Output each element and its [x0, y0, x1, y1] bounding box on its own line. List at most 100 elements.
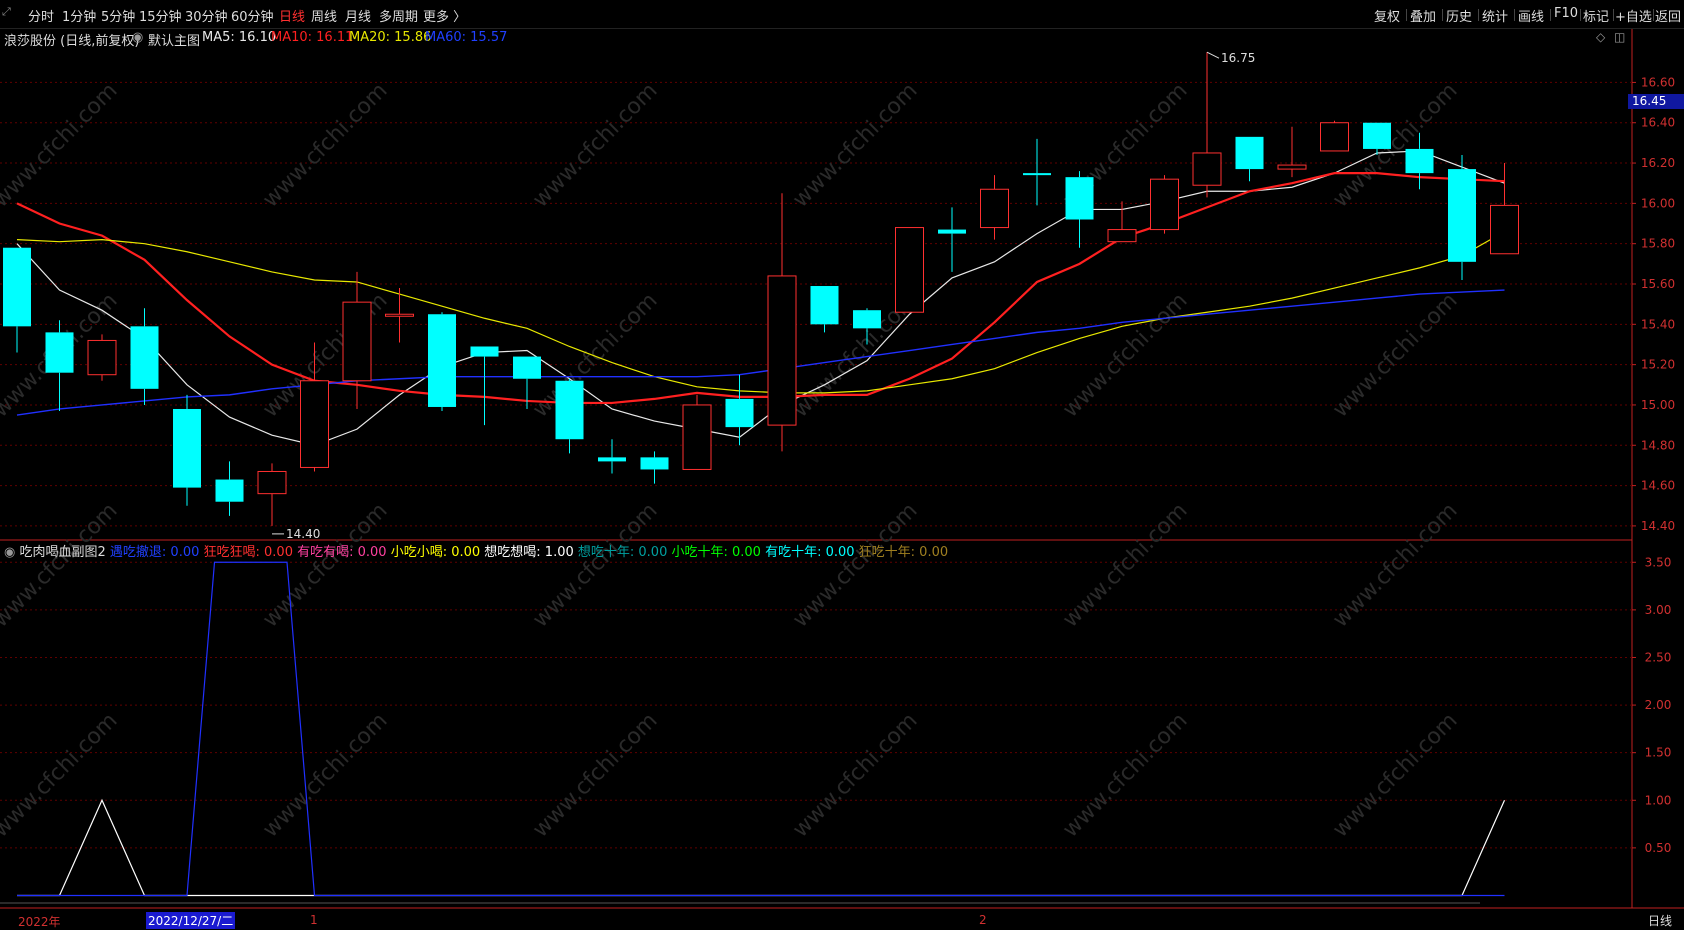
ma-line-ma20	[16, 231, 1505, 394]
period-tab-monthly[interactable]: 月线	[345, 6, 371, 25]
price-tick-label: 14.40	[1641, 519, 1675, 533]
period-tab-5min[interactable]: 5分钟	[101, 6, 135, 25]
candle-body	[173, 408, 201, 488]
indicator-name[interactable]: 吃肉喝血副图2	[19, 545, 105, 560]
kline-chart-canvas[interactable]: 16.60 16.40 16.20 16.00 15.80 15.60 15.40 15.20…	[0, 0, 1684, 929]
window-icon[interactable]: ◫	[1614, 30, 1625, 44]
candle-body	[513, 356, 541, 379]
candle-body	[725, 398, 754, 428]
period-tab-daily[interactable]: 日线	[279, 6, 305, 25]
indicator-menu-icon[interactable]: ◉	[4, 545, 15, 560]
candle-body	[215, 479, 244, 502]
candle-body	[428, 314, 456, 407]
watermark-text: www.cfchi.com	[1328, 498, 1462, 632]
fuquan-button[interactable]: 复权	[1374, 6, 1400, 25]
mark-button[interactable]: 标记	[1583, 6, 1609, 25]
high-price-label: 16.75	[1221, 51, 1255, 65]
template-selector[interactable]: 默认主图	[148, 30, 200, 49]
candle-body	[980, 188, 1009, 229]
collapse-icon[interactable]: ⤢	[2, 5, 11, 19]
watermark-text: www.cfchi.com	[528, 498, 662, 632]
indicator-tick-label: 3.50	[1645, 555, 1672, 569]
candle-body	[1405, 148, 1434, 174]
watermark-text: www.cfchi.com	[788, 708, 922, 842]
candle-body	[1065, 177, 1094, 220]
watermark-text: www.cfchi.com	[1058, 288, 1192, 422]
candle-body	[1192, 152, 1222, 186]
candle-body	[3, 247, 31, 327]
candle-body	[470, 346, 499, 357]
watermark-text: www.cfchi.com	[0, 78, 123, 212]
watermark-text: www.cfchi.com	[528, 78, 662, 212]
year-label: 2022年	[18, 915, 61, 929]
f10-button[interactable]: F10	[1554, 6, 1578, 21]
candle-body	[640, 457, 669, 470]
candle-body	[810, 286, 839, 325]
watermark-text: www.cfchi.com	[258, 498, 392, 632]
period-tab-more[interactable]: 更多 〉	[423, 6, 466, 25]
candle-body	[598, 457, 626, 462]
candle-body	[1107, 229, 1137, 243]
price-tick-label: 16.00	[1641, 196, 1675, 210]
indicator-tick-label: 1.00	[1645, 793, 1672, 807]
watermark-text: www.cfchi.com	[528, 708, 662, 842]
price-tick-label: 16.40	[1641, 116, 1675, 130]
back-button[interactable]: 返回	[1655, 6, 1681, 25]
date-cursor: 2022/12/27/二	[146, 912, 236, 929]
period-tab-multi[interactable]: 多周期	[379, 6, 418, 25]
price-tick-label: 14.80	[1641, 438, 1675, 452]
candle-body	[257, 470, 287, 495]
candle-body	[342, 301, 372, 382]
indicator-tick-label: 0.50	[1645, 841, 1672, 855]
indicator-tick-label: 3.00	[1645, 603, 1672, 617]
indicator-value-0: 遇吃撤退: 0.00	[109, 545, 200, 560]
period-tab-fenshi[interactable]: 分时	[28, 6, 54, 25]
diamond-icon[interactable]: ◇	[1596, 30, 1605, 44]
draw-button[interactable]: 画线	[1518, 6, 1544, 25]
candle-body	[767, 275, 797, 426]
ma20-label: MA20: 15.86	[349, 30, 432, 45]
month-1-label: 1	[310, 913, 318, 927]
template-dropdown-icon[interactable]: ◉	[132, 30, 143, 45]
period-tab-60min[interactable]: 60分钟	[231, 6, 274, 25]
ma60-label: MA60: 15.57	[425, 30, 508, 45]
candle-body	[1235, 136, 1264, 170]
candle-body	[895, 227, 924, 313]
add-watchlist-button[interactable]: +自选	[1615, 6, 1652, 25]
ma5-label: MA5: 16.10	[202, 30, 277, 45]
indicator-value-4: 想吃想喝: 1.00	[480, 545, 574, 560]
period-tab-30min[interactable]: 30分钟	[185, 6, 228, 25]
candle-body	[1150, 178, 1179, 231]
indicator-value-3: 小吃小喝: 0.00	[386, 545, 481, 560]
stats-button[interactable]: 统计	[1482, 6, 1508, 25]
watermark-text: www.cfchi.com	[258, 708, 392, 842]
period-tab-1min[interactable]: 1分钟	[62, 6, 96, 25]
candle-body	[1448, 169, 1476, 262]
indicator-tick-label: 1.50	[1645, 746, 1672, 760]
overlay-button[interactable]: 叠加	[1410, 6, 1436, 25]
price-tick-label: 16.20	[1641, 156, 1675, 170]
high-marker-line	[1206, 51, 1220, 59]
watermark-text: www.cfchi.com	[1058, 498, 1192, 632]
watermark-text: www.cfchi.com	[1328, 288, 1462, 422]
period-indicator[interactable]: 日线	[1648, 912, 1672, 929]
candle-body	[555, 380, 584, 440]
indicator-tick-label: 2.50	[1645, 650, 1672, 664]
candle-body	[682, 404, 712, 470]
period-tab-15min[interactable]: 15分钟	[139, 6, 182, 25]
period-toolbar: ⤢ 分时 1分钟 5分钟 15分钟 30分钟 60分钟 日线 周线 月线 多周期…	[0, 0, 1684, 29]
candle-body	[385, 313, 414, 317]
ma10-label: MA10: 16.11	[271, 30, 354, 45]
price-tick-label: 15.80	[1641, 237, 1675, 251]
period-tab-weekly[interactable]: 周线	[311, 6, 337, 25]
candle-body	[87, 339, 117, 376]
candle-body	[938, 229, 966, 234]
watermark-text: www.cfchi.com	[788, 498, 922, 632]
indicator-value-2: 有吃有喝: 0.00	[292, 545, 387, 560]
history-button[interactable]: 历史	[1446, 6, 1472, 25]
watermark-text: www.cfchi.com	[1328, 708, 1462, 842]
indicator-value-5: 想吃十年: 0.00	[573, 545, 668, 560]
price-tick-label: 15.40	[1641, 317, 1675, 331]
indicator-value-1: 狂吃狂喝: 0.00	[199, 545, 293, 560]
price-tick-label: 14.60	[1641, 479, 1675, 493]
